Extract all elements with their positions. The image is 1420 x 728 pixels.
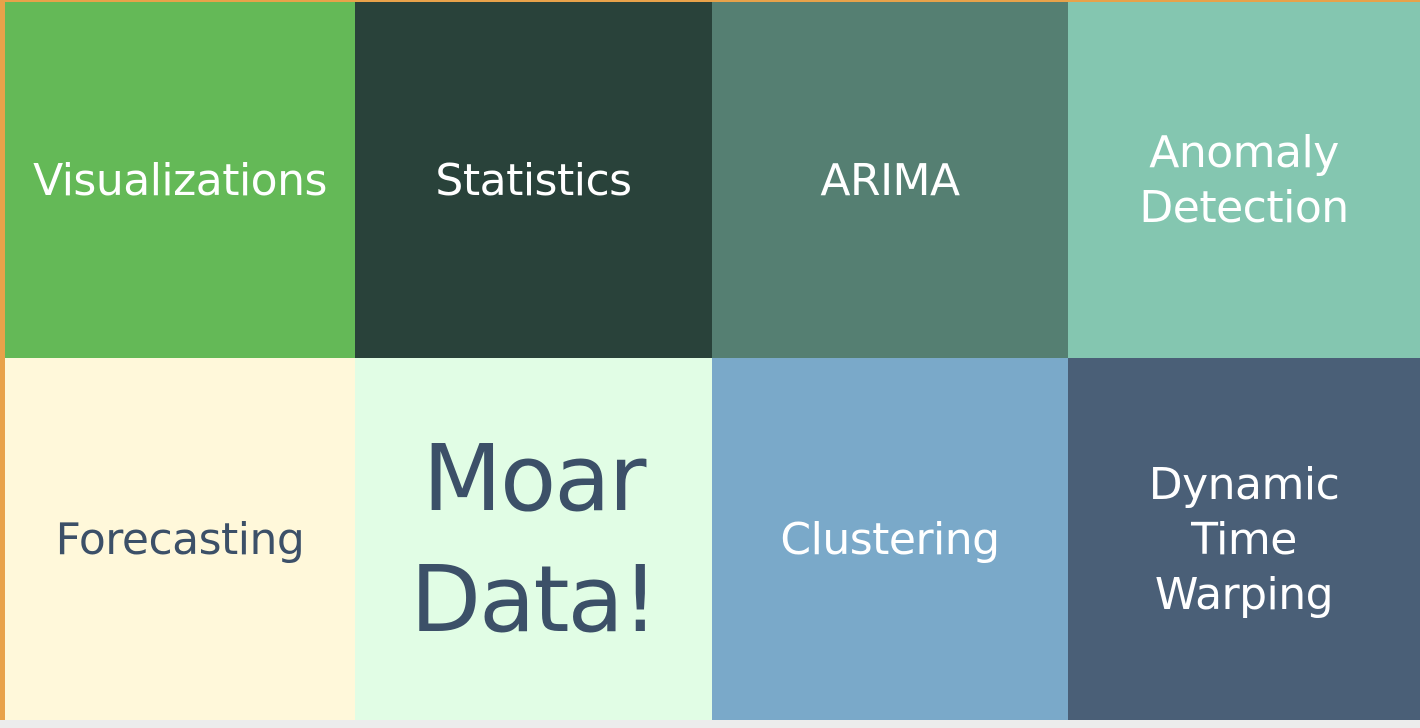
tile-label: Visualizations bbox=[33, 154, 327, 206]
tile-label: Clustering bbox=[780, 513, 1000, 565]
slide: Visualizations Statistics ARIMA Anomaly … bbox=[0, 0, 1420, 728]
topic-grid: Visualizations Statistics ARIMA Anomaly … bbox=[5, 2, 1420, 720]
tile-label: Moar Data! bbox=[410, 424, 659, 653]
tile-arima: ARIMA bbox=[712, 2, 1068, 358]
tile-label: Anomaly Detection bbox=[1139, 127, 1349, 233]
tile-label: Dynamic Time Warping bbox=[1148, 458, 1340, 620]
tile-dynamic-time-warping: Dynamic Time Warping bbox=[1068, 358, 1420, 720]
tile-visualizations: Visualizations bbox=[5, 2, 355, 358]
tile-anomaly-detection: Anomaly Detection bbox=[1068, 2, 1420, 358]
tile-statistics: Statistics bbox=[355, 2, 712, 358]
tile-label: ARIMA bbox=[820, 154, 960, 206]
tile-forecasting: Forecasting bbox=[5, 358, 355, 720]
tile-clustering: Clustering bbox=[712, 358, 1068, 720]
slide-bottom-strip bbox=[0, 720, 1420, 728]
tile-moar-data: Moar Data! bbox=[355, 358, 712, 720]
tile-label: Forecasting bbox=[55, 513, 305, 565]
tile-label: Statistics bbox=[435, 154, 632, 206]
